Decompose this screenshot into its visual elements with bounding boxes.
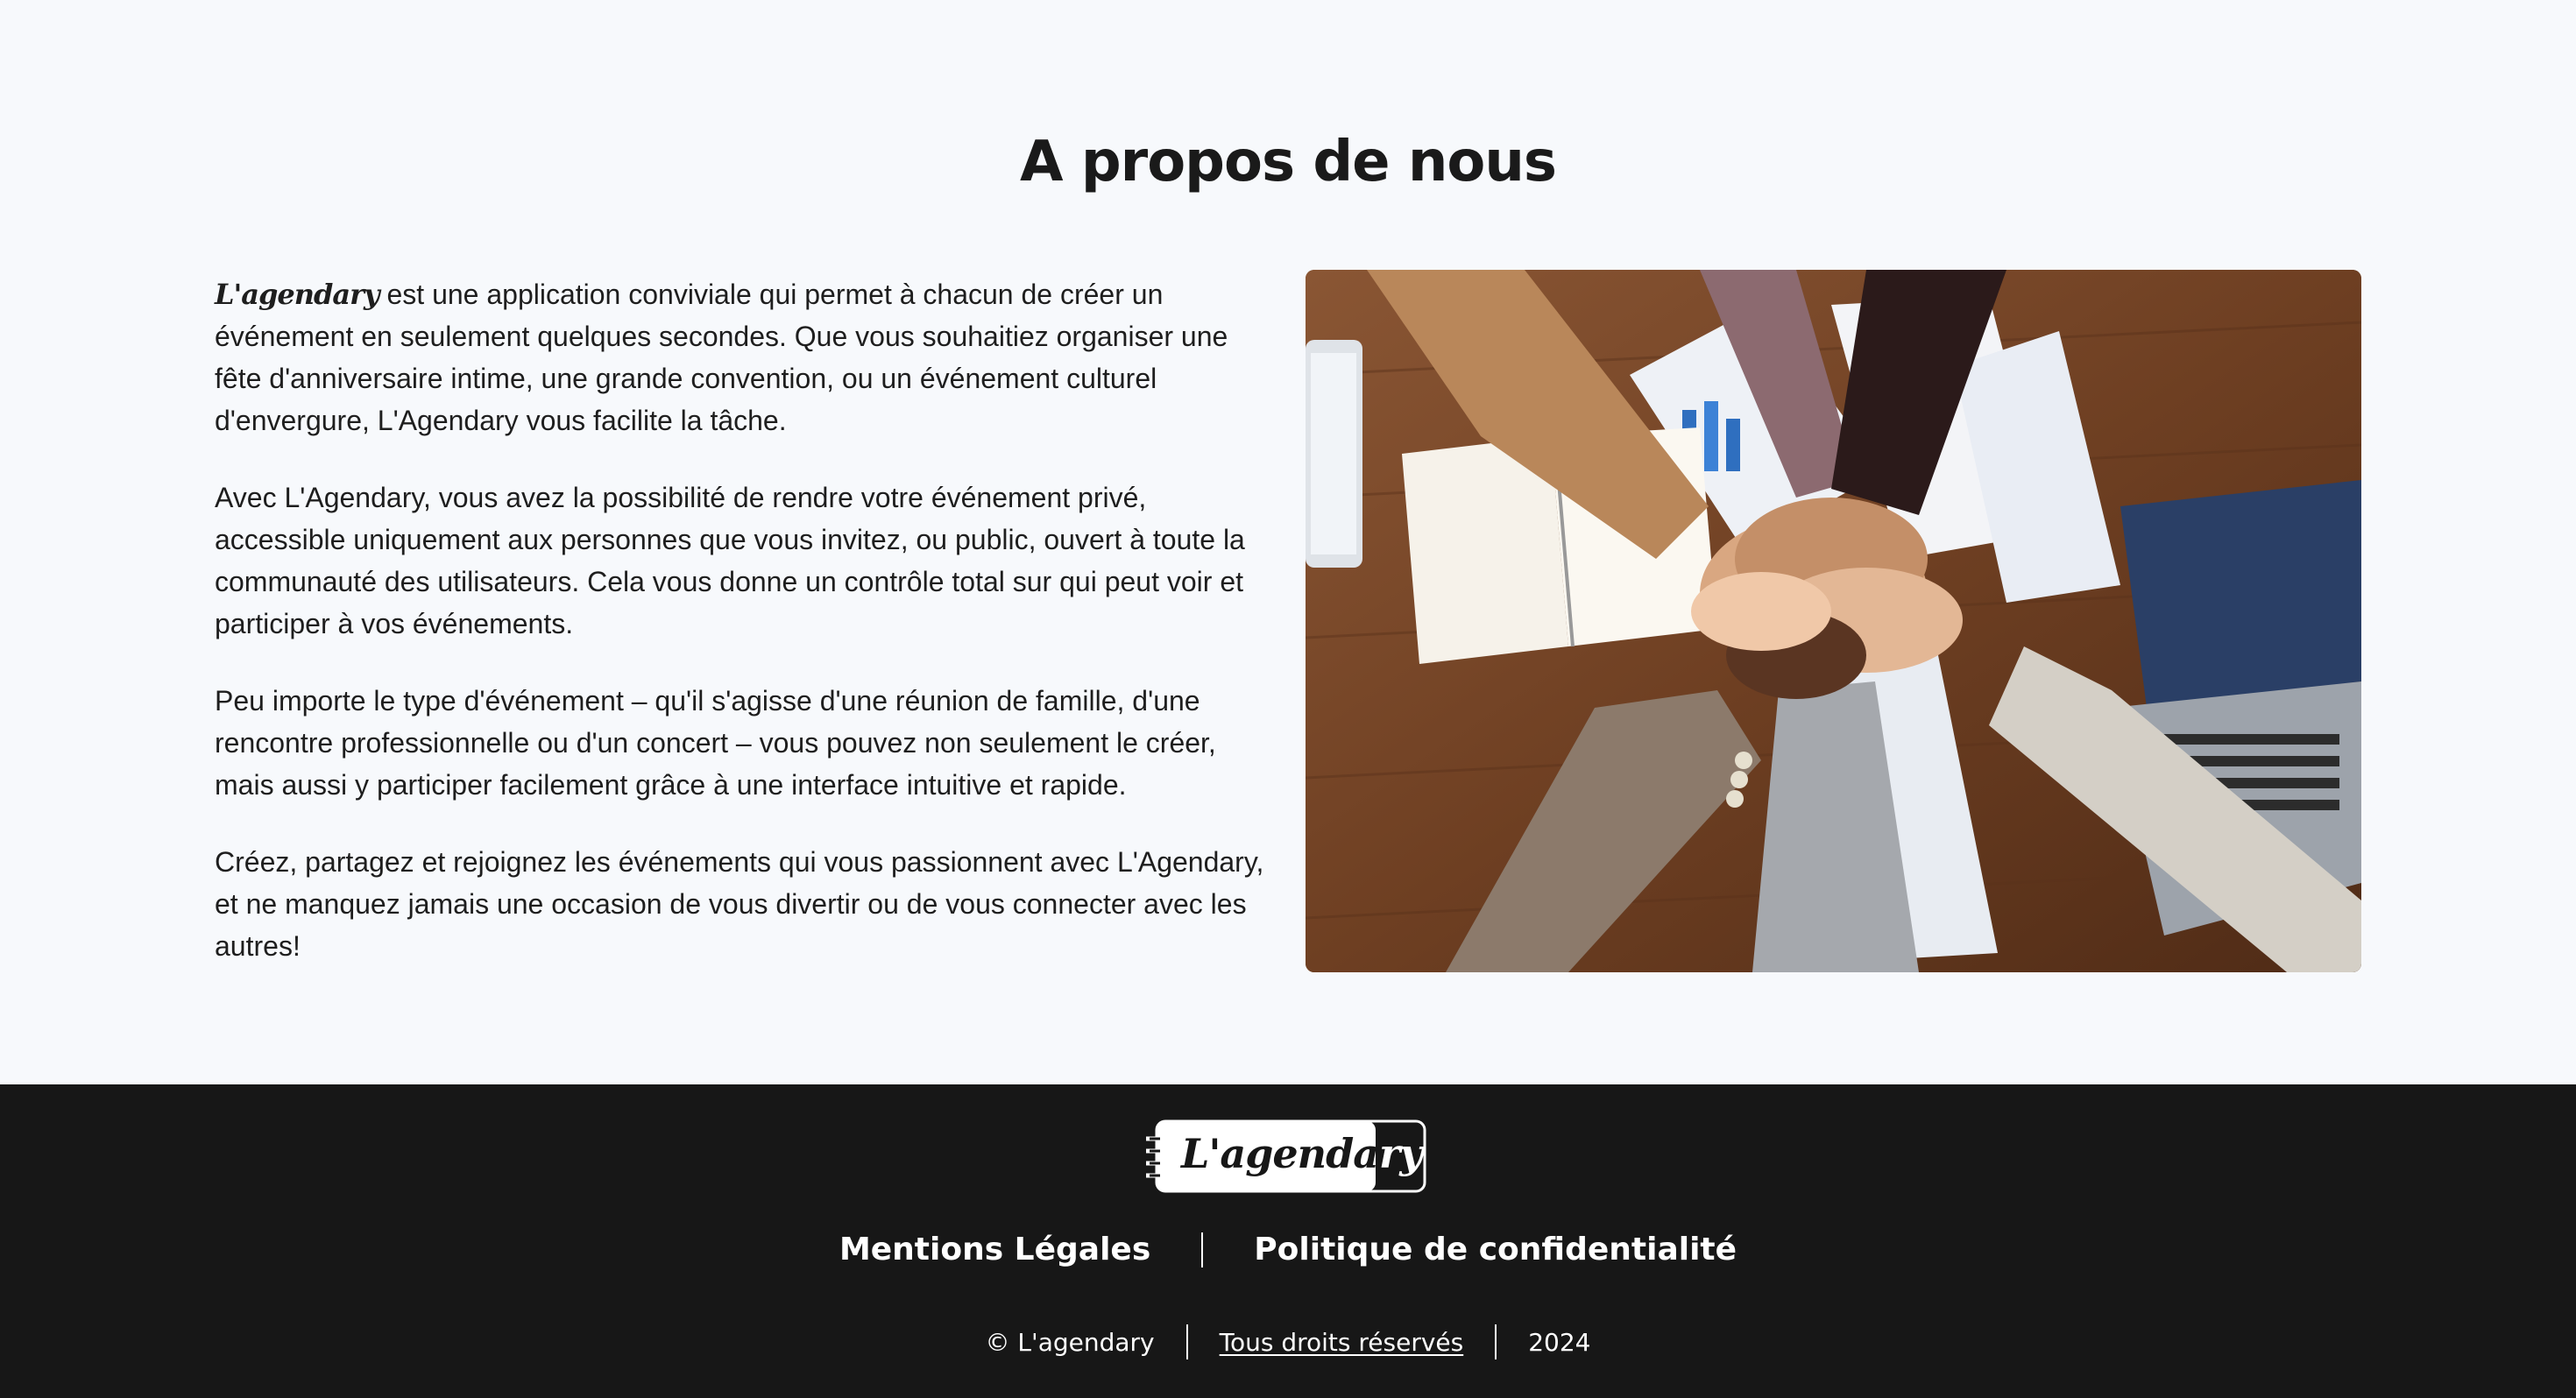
about-section: A propos de nous L'agendary est une appl… — [0, 0, 2576, 1084]
about-paragraph-4: Créez, partagez et rejoignez les événeme… — [215, 846, 1264, 962]
footer: L'agenda ry Mentions Légales Politique d… — [0, 1084, 2576, 1398]
team-hands-photo — [1306, 270, 2361, 972]
footer-nav: Mentions Légales Politique de confidenti… — [0, 1232, 2576, 1267]
about-text: L'agendary est une application convivial… — [215, 273, 1275, 1002]
footer-copyright-bar: © L'agendary Tous droits réservés 2024 — [0, 1324, 2576, 1359]
about-paragraph-1: L'agendary est une application convivial… — [215, 273, 1275, 441]
about-paragraph-3: Peu importe le type d'événement – qu'il … — [215, 685, 1216, 801]
page-title: A propos de nous — [1020, 130, 1557, 194]
about-paragraph-2: Avec L'Agendary, vous avez la possibilit… — [215, 482, 1245, 639]
privacy-policy-link[interactable]: Politique de confidentialité — [1203, 1232, 1787, 1267]
copyright-year: 2024 — [1528, 1327, 1591, 1357]
logo-text-main: L'agenda — [1181, 1130, 1379, 1177]
legal-notice-link[interactable]: Mentions Légales — [789, 1232, 1201, 1267]
logo-text-tail: ry — [1379, 1130, 1423, 1177]
team-hands-illustration — [1306, 270, 2361, 972]
brand-inline-name: L'agendary — [215, 278, 380, 311]
footer-logo[interactable]: L'agenda ry — [1143, 1119, 1428, 1193]
copyright-text: © L'agendary — [985, 1327, 1155, 1357]
rights-reserved-link[interactable]: Tous droits réservés — [1188, 1328, 1496, 1357]
